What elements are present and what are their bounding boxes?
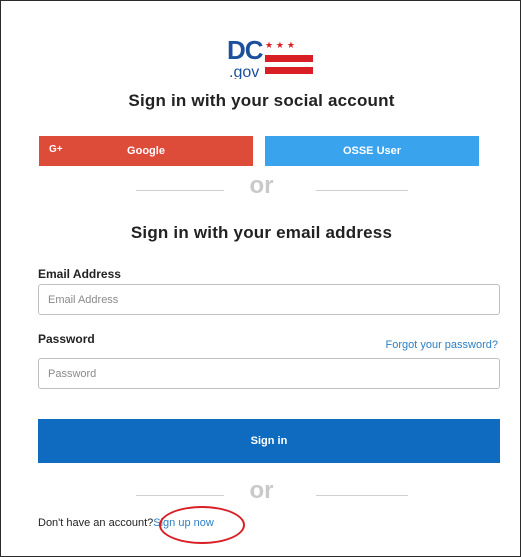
signin-panel: DC .gov ★ ★ ★ Sign in with your social a… (0, 0, 521, 557)
email-input[interactable] (38, 284, 500, 315)
google-plus-icon: G+ (49, 144, 63, 155)
or-divider-bottom: or (1, 477, 521, 507)
sign-in-button[interactable]: Sign in (38, 419, 500, 463)
logo-gov-text: .gov (229, 64, 259, 79)
osse-user-signin-button[interactable]: OSSE User (265, 136, 479, 166)
dc-gov-logo: DC .gov ★ ★ ★ (225, 35, 317, 79)
divider-or-text: or (249, 172, 274, 199)
forgot-password-link[interactable]: Forgot your password? (386, 339, 499, 351)
sign-up-link[interactable]: Sign up now (153, 517, 214, 529)
email-label: Email Address (38, 267, 121, 281)
social-signin-title: Sign in with your social account (128, 91, 395, 110)
logo-stars: ★ ★ ★ (265, 41, 295, 51)
divider-line-right (316, 190, 408, 191)
signup-row: Don't have an account?Sign up now (38, 517, 214, 529)
email-signin-title: Sign in with your email address (130, 223, 393, 242)
password-label: Password (38, 332, 95, 346)
google-button-label: Google (127, 145, 165, 157)
signup-prompt: Don't have an account? (38, 517, 154, 529)
logo-dc-text: DC (227, 35, 264, 65)
password-input[interactable] (38, 358, 500, 389)
divider-or-text: or (249, 477, 274, 504)
logo-flag-bar-2 (265, 67, 313, 74)
google-signin-button[interactable]: G+ Google (39, 136, 253, 166)
divider-line-right (316, 495, 408, 496)
logo-flag-bar-1 (265, 55, 313, 62)
or-divider-top: or (1, 172, 521, 202)
osse-button-label: OSSE User (342, 145, 402, 157)
